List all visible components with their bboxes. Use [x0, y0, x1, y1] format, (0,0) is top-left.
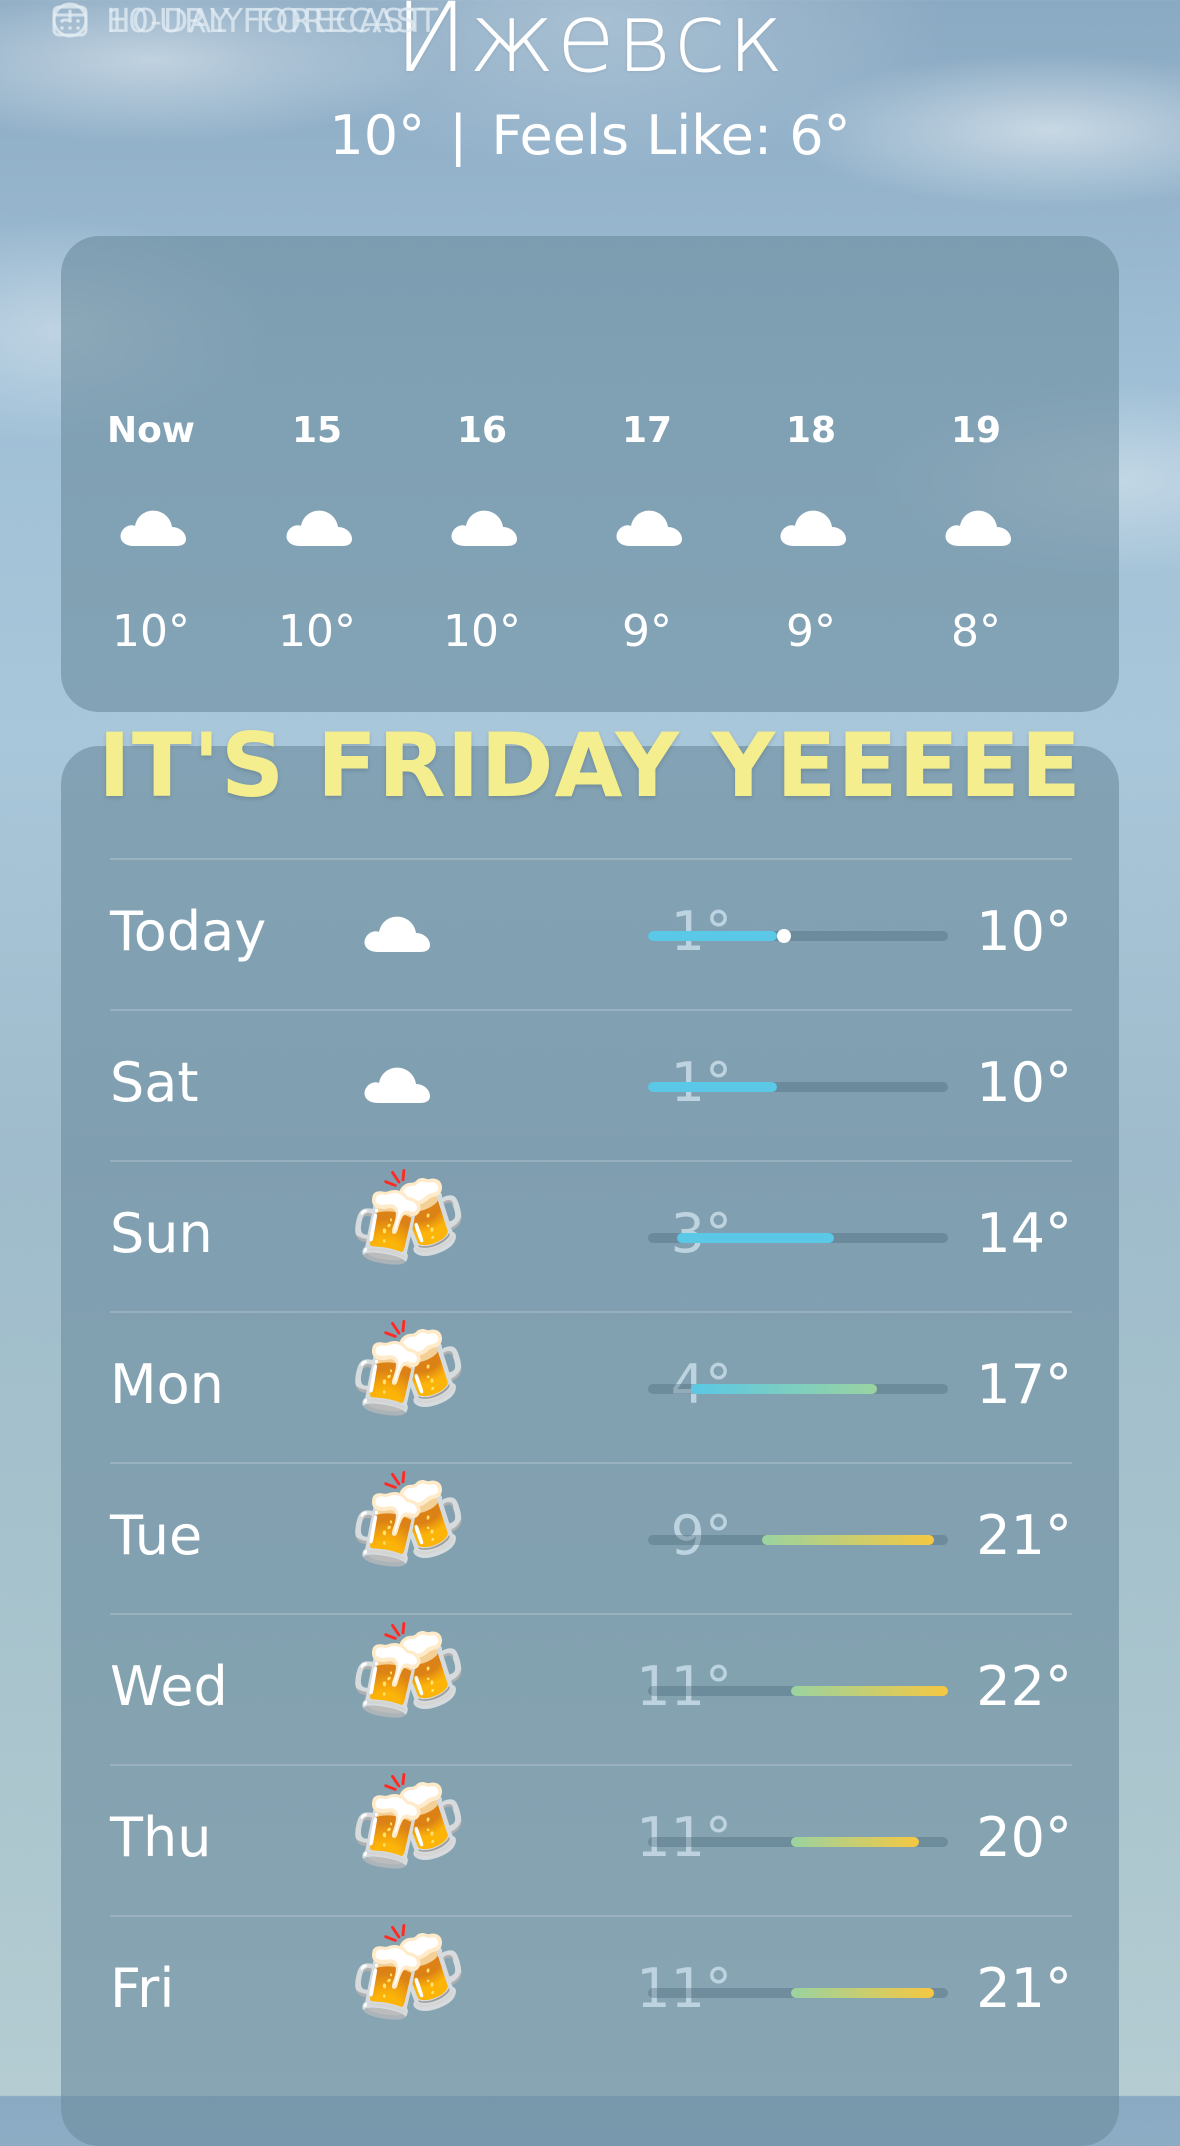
current-temp-dot [776, 929, 791, 943]
cloud-icon [360, 1059, 432, 1105]
temperature-range-fill [762, 1535, 934, 1545]
high-temperature: 14° [976, 1202, 1072, 1265]
hour-temperature: 8° [951, 606, 1001, 657]
forecast-day-row[interactable]: Sun🍻3°14° [110, 1160, 1072, 1311]
temperature-range-bar [648, 1837, 948, 1847]
temperature-range-fill [790, 1988, 934, 1998]
cloud-icon [360, 908, 432, 954]
cloud-icon [776, 502, 848, 548]
temperature-range-fill [676, 1233, 834, 1243]
cloud-icon [282, 502, 354, 548]
temperature-range-bar [648, 1535, 948, 1545]
row-divider [110, 1613, 1072, 1615]
beer-mugs-emoji: 🍻 [348, 1617, 468, 1729]
day-name: Tue [110, 1504, 203, 1567]
high-temperature: 10° [976, 900, 1072, 963]
row-divider [110, 858, 1072, 860]
temperature-range-fill [790, 1686, 948, 1696]
ten-day-forecast-header: 10-DAY FORECAST [50, 0, 426, 40]
hour-time: 16 [456, 410, 508, 451]
temperature-range-bar [648, 1082, 948, 1092]
day-name: Sat [110, 1051, 199, 1114]
hour-time: 19 [950, 410, 1002, 451]
temperature-range-bar [648, 1686, 948, 1696]
separator: | [449, 104, 468, 167]
row-divider [110, 1915, 1072, 1917]
friday-overlay-caption: IT'S FRIDAY YEEEEE [98, 714, 1082, 817]
high-temperature: 17° [976, 1353, 1072, 1416]
temperature-range-fill [648, 931, 777, 941]
row-divider [110, 1462, 1072, 1464]
forecast-day-row[interactable]: Tue 🍻 9° 21° [110, 1462, 1072, 1613]
beer-mugs-emoji: 🍻 [348, 1768, 468, 1880]
forecast-day-row[interactable]: Fri 🍻 11° 21° [110, 1915, 1072, 2066]
temperature-range-fill [648, 1082, 777, 1092]
hour-time: 18 [785, 410, 837, 451]
high-temperature: 21° [976, 1957, 1072, 2020]
beer-mugs-emoji: 🍻 [348, 1164, 468, 1276]
forecast-day-row[interactable]: Mon🍻4°17° [110, 1311, 1072, 1462]
cloud-icon [612, 502, 684, 548]
day-name: Fri [110, 1957, 175, 2020]
hour-time: Now [106, 410, 196, 451]
hour-time: 15 [291, 410, 343, 451]
ten-day-forecast-title: 10-DAY FORECAST [106, 0, 426, 40]
cloud-icon [116, 502, 188, 548]
temperature-range-bar [648, 929, 948, 943]
day-name: Mon [110, 1353, 224, 1416]
feels-like: Feels Like: 6° [491, 104, 851, 167]
temperature-range-bar [648, 1233, 948, 1243]
cloud-icon [447, 502, 519, 548]
high-temperature: 10° [976, 1051, 1072, 1114]
temperature-range-bar [648, 1384, 948, 1394]
beer-mugs-emoji: 🍻 [348, 1919, 468, 2031]
forecast-day-row[interactable]: Thu 🍻 11° 20° [110, 1764, 1072, 1915]
row-divider [110, 1160, 1072, 1162]
high-temperature: 20° [976, 1806, 1072, 1869]
beer-mugs-emoji: 🍻 [348, 1315, 468, 1427]
beer-mugs-emoji: 🍻 [348, 1466, 468, 1578]
current-temperature: 10° [329, 104, 426, 167]
calendar-icon [52, 5, 88, 37]
day-name: Sun [110, 1202, 213, 1265]
day-name: Thu [110, 1806, 212, 1869]
forecast-day-row[interactable]: Today1°10° [110, 858, 1072, 1009]
hour-temperature: 10° [278, 606, 356, 657]
high-temperature: 22° [976, 1655, 1072, 1718]
hour-temperature: 10° [443, 606, 521, 657]
row-divider [110, 1009, 1072, 1011]
day-name: Wed [110, 1655, 228, 1718]
cloud-icon [941, 502, 1013, 548]
hour-temperature: 9° [622, 606, 672, 657]
hour-time: 17 [621, 410, 673, 451]
forecast-day-row[interactable]: Sat1°10° [110, 1009, 1072, 1160]
temperature-range-fill [790, 1837, 920, 1847]
hour-temperature: 10° [112, 606, 190, 657]
hour-temperature: 9° [786, 606, 836, 657]
forecast-day-row[interactable]: Wed 🍻 11° 22° [110, 1613, 1072, 1764]
current-conditions: 10° | Feels Like: 6° [0, 104, 1180, 167]
temperature-range-fill [690, 1384, 877, 1394]
row-divider [110, 1764, 1072, 1766]
temperature-range-bar [648, 1988, 948, 1998]
day-name: Today [110, 900, 267, 963]
high-temperature: 21° [976, 1504, 1072, 1567]
row-divider [110, 1311, 1072, 1313]
